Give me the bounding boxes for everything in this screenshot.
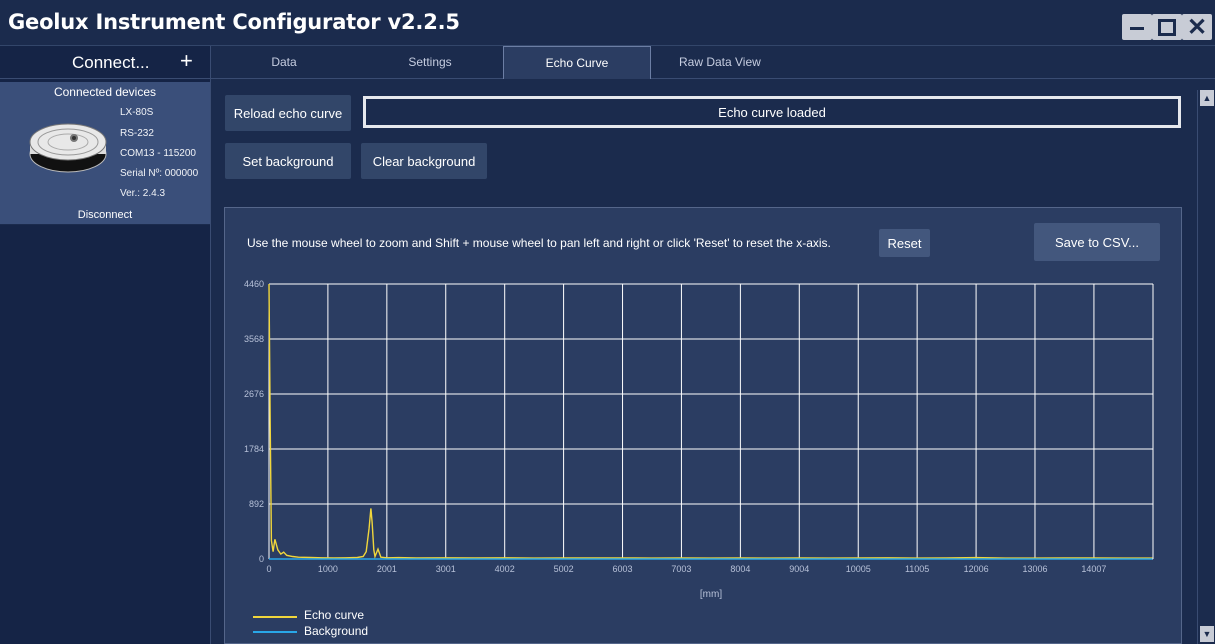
y-tick-label: 0 bbox=[259, 554, 264, 564]
connected-devices-heading: Connected devices bbox=[53, 85, 157, 99]
echo-curve-line bbox=[268, 283, 1153, 560]
connect-label: Connect... bbox=[72, 53, 150, 72]
disconnect-button[interactable]: Disconnect bbox=[0, 209, 210, 221]
x-tick-label: 0 bbox=[266, 564, 271, 574]
x-tick-label: 5002 bbox=[554, 564, 574, 574]
x-tick-label: 4002 bbox=[495, 564, 515, 574]
chart-hint: Use the mouse wheel to zoom and Shift + … bbox=[247, 236, 831, 250]
device-image bbox=[29, 123, 107, 173]
reload-echo-curve-button[interactable]: Reload echo curve bbox=[225, 95, 351, 131]
connect-button[interactable]: Connect... + bbox=[0, 46, 210, 79]
tab-settings[interactable]: Settings bbox=[357, 46, 503, 78]
echo-curve-chart[interactable]: 0 892 1784 2676 3568 4460 0 1000 2001 3001 4002 50… bbox=[224, 270, 1182, 610]
status-box: Echo curve loaded bbox=[363, 96, 1181, 128]
title-bar: Geolux Instrument Configurator v2.2.5 ✕ bbox=[0, 0, 1215, 46]
legend-background-swatch bbox=[253, 631, 297, 633]
x-tick-label: 8004 bbox=[730, 564, 750, 574]
tab-bar: Data Settings Echo Curve Raw Data View bbox=[211, 46, 1215, 79]
set-background-button[interactable]: Set background bbox=[225, 143, 351, 179]
tab-data[interactable]: Data bbox=[211, 46, 357, 78]
x-axis-label: [mm] bbox=[700, 589, 722, 600]
x-tick-label: 6003 bbox=[613, 564, 633, 574]
y-tick-label: 2676 bbox=[244, 389, 264, 399]
app-title: Geolux Instrument Configurator v2.2.5 bbox=[8, 10, 460, 34]
chart-grid bbox=[268, 283, 1154, 560]
x-tick-label: 12006 bbox=[964, 564, 989, 574]
close-icon: ✕ bbox=[1186, 13, 1208, 41]
x-tick-label: 10005 bbox=[846, 564, 871, 574]
minimize-button[interactable] bbox=[1122, 14, 1152, 40]
x-tick-label: 2001 bbox=[377, 564, 397, 574]
y-tick-label: 3568 bbox=[244, 334, 264, 344]
save-to-csv-button[interactable]: Save to CSV... bbox=[1034, 223, 1160, 261]
x-tick-label: 3001 bbox=[436, 564, 456, 574]
maximize-button[interactable] bbox=[1152, 14, 1182, 40]
x-tick-label: 7003 bbox=[671, 564, 691, 574]
y-axis-tick-labels: 0 892 1784 2676 3568 4460 bbox=[244, 279, 264, 564]
legend-echo-swatch bbox=[253, 616, 297, 618]
tab-echo-curve[interactable]: Echo Curve bbox=[503, 46, 651, 79]
x-tick-label: 13006 bbox=[1022, 564, 1047, 574]
x-tick-label: 1000 bbox=[318, 564, 338, 574]
y-tick-label: 892 bbox=[249, 499, 264, 509]
x-tick-label: 9004 bbox=[789, 564, 809, 574]
tab-raw-data-view[interactable]: Raw Data View bbox=[649, 46, 819, 78]
y-tick-label: 1784 bbox=[244, 444, 264, 454]
device-interface: RS-232 bbox=[120, 128, 154, 139]
scroll-up-icon[interactable]: ▲ bbox=[1200, 90, 1214, 106]
x-tick-label: 11005 bbox=[905, 564, 929, 574]
device-model: LX-80S bbox=[120, 107, 154, 118]
chart-series bbox=[268, 283, 1153, 560]
x-axis-tick-labels: 0 1000 2001 3001 4002 5002 6003 7003 8004 9004 100… bbox=[266, 564, 1106, 574]
device-version: Ver.: 2.4.3 bbox=[120, 188, 166, 199]
device-serial: Serial Nº: 000000 bbox=[120, 168, 199, 179]
y-tick-label: 4460 bbox=[244, 279, 264, 289]
sidebar: Connect... + Connected devices LX-80S RS… bbox=[0, 46, 211, 644]
reset-button[interactable]: Reset bbox=[879, 229, 930, 257]
minimize-icon bbox=[1122, 14, 1152, 40]
legend-background-label: Background bbox=[304, 624, 369, 638]
close-button[interactable]: ✕ bbox=[1182, 13, 1212, 41]
device-card[interactable]: Connected devices LX-80S RS-232 COM13 - … bbox=[0, 82, 210, 225]
vertical-scrollbar[interactable]: ▲ ▼ bbox=[1197, 90, 1215, 644]
add-icon: + bbox=[180, 48, 193, 73]
scroll-down-icon[interactable]: ▼ bbox=[1200, 626, 1214, 642]
maximize-icon bbox=[1152, 14, 1182, 40]
clear-background-button[interactable]: Clear background bbox=[361, 143, 487, 179]
x-tick-label: 14007 bbox=[1081, 564, 1106, 574]
legend-echo-label: Echo curve bbox=[304, 608, 365, 622]
device-port: COM13 - 115200 bbox=[120, 148, 196, 159]
